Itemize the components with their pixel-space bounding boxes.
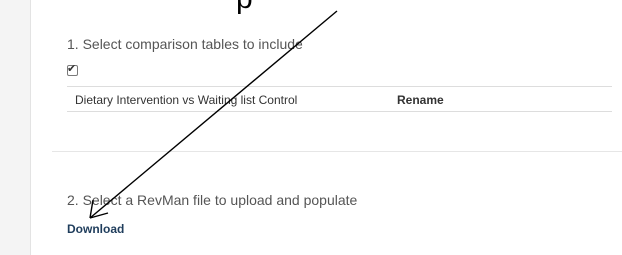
left-rail bbox=[0, 0, 31, 255]
select-all-checkbox[interactable]: ✔ bbox=[67, 63, 78, 76]
rename-link[interactable]: Rename bbox=[397, 93, 444, 107]
page: p 1. Select comparison tables to include… bbox=[0, 0, 622, 255]
section-title-select-tables: 1. Select comparison tables to include bbox=[67, 36, 303, 52]
comparison-name: Dietary Intervention vs Waiting list Con… bbox=[75, 93, 298, 107]
arrow-head-lower bbox=[89, 212, 109, 219]
annotation-text-fragment: p bbox=[236, 0, 253, 14]
section-divider bbox=[52, 151, 622, 152]
checkmark-icon: ✔ bbox=[67, 63, 77, 75]
download-link[interactable]: Download bbox=[67, 222, 124, 236]
comparison-table: Dietary Intervention vs Waiting list Con… bbox=[67, 86, 612, 112]
section-title-revman: 2. Select a RevMan file to upload and po… bbox=[67, 192, 358, 208]
